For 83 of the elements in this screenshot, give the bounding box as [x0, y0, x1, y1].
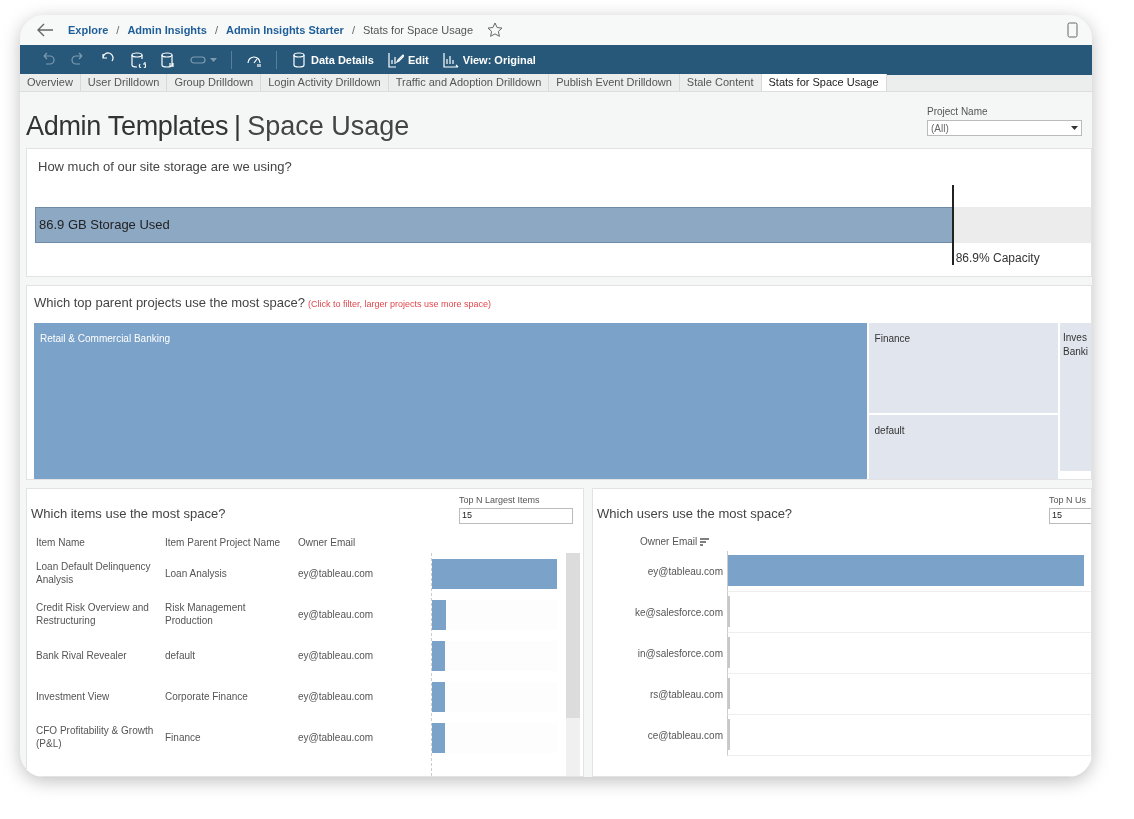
table-cell-text: Loan Default Delinquency Analysis	[36, 560, 152, 587]
capacity-label: 86.9% Capacity	[955, 249, 1040, 267]
database-icon	[291, 52, 307, 68]
table-cell-text: Credit Risk Overview and Restructuring	[36, 601, 150, 628]
top-n-field[interactable]: 15	[459, 507, 573, 524]
database-refresh-button[interactable]	[130, 49, 146, 71]
storage-question: How much of our site storage are we using?	[38, 158, 293, 176]
table-cell-text: Loan Analysis	[165, 566, 228, 580]
breadcrumb-link[interactable]: Admin Insights Starter	[225, 21, 344, 39]
table-cell-text: Investment View	[36, 689, 111, 703]
table-cell-text: CFO Profitability & Growth (P&L)	[36, 724, 155, 751]
row-label: rs@tableau.com	[649, 687, 724, 702]
database-refresh-icon	[130, 52, 146, 68]
title-separator: |	[234, 110, 242, 143]
table-cell-text: ey@tableau.com	[298, 607, 375, 621]
row-label: ey@tableau.com	[646, 564, 724, 579]
dashboard-subtitle: Space Usage	[247, 110, 410, 143]
breadcrumb-separator: /	[351, 22, 355, 38]
chart-view-icon	[442, 52, 459, 68]
table-cell-text: ey@tableau.com	[298, 730, 375, 744]
size-bar[interactable]	[432, 640, 445, 671]
size-bar[interactable]	[432, 599, 446, 630]
sheet-tab[interactable]: Traffic and Adoption Drilldown	[388, 74, 550, 91]
toolbar-button[interactable]: View: Original	[442, 49, 536, 71]
size-bar[interactable]	[432, 722, 445, 753]
table-cell-text: Finance	[165, 730, 202, 744]
table-cell-text: default	[165, 648, 197, 662]
database-pause-button[interactable]	[160, 49, 176, 71]
sheet-tab[interactable]: Overview	[20, 74, 81, 91]
sheet-tab[interactable]: Stale Content	[679, 74, 762, 91]
column-header: Owner Email	[640, 535, 698, 550]
table-cell-text: Bank Rival Revealer	[36, 648, 128, 662]
storage-used-label: 86.9 GB Storage Used	[39, 215, 170, 234]
size-bar[interactable]	[432, 558, 557, 589]
items-question: Which items use the most space?	[31, 505, 226, 524]
chart-pencil-icon	[388, 52, 404, 68]
size-bar[interactable]	[728, 596, 731, 628]
favorite-star-icon[interactable]	[487, 22, 504, 38]
breadcrumb-link[interactable]: Admin Insights	[127, 21, 207, 39]
projects-question: Which top parent projects use the most space?	[34, 294, 305, 313]
size-bar[interactable]	[728, 555, 1084, 587]
top-n-label: Top N Largest Items	[459, 494, 541, 508]
treemap-tile[interactable]: default	[868, 414, 1058, 479]
row-label: ce@tableau.com	[646, 728, 724, 743]
breadcrumb-separator: /	[116, 22, 120, 38]
treemap-tile[interactable]: Inves Banki	[1060, 322, 1091, 471]
table-cell-text: Risk Management Production	[165, 601, 247, 628]
treemap-tile[interactable]: Finance	[868, 322, 1058, 413]
size-bar[interactable]	[432, 681, 445, 712]
scrollbar-thumb[interactable]	[566, 552, 580, 718]
sheet-tab[interactable]: Login Activity Drilldown	[261, 74, 389, 91]
dropdown-caret-icon	[1071, 126, 1078, 130]
column-header: Item Parent Project Name	[165, 535, 282, 550]
sort-icon[interactable]	[700, 537, 710, 546]
row-label: ke@salesforce.com	[634, 605, 724, 620]
top-n-label: Top N Us	[1049, 494, 1087, 508]
scrollbar-track[interactable]	[566, 552, 580, 776]
phone-icon[interactable]	[1067, 22, 1078, 38]
sheet-tab[interactable]: Stats for Space Usage	[761, 74, 887, 91]
column-header: Owner Email	[298, 535, 357, 550]
table-cell-text: Corporate Finance	[165, 689, 249, 703]
filter-label: Project Name	[927, 105, 989, 119]
sheet-tab[interactable]: User Drilldown	[80, 74, 168, 91]
toolbar-button[interactable]: Data Details	[291, 49, 374, 71]
breadcrumb-current: Stats for Space Usage	[362, 22, 474, 38]
column-header: Item Name	[36, 535, 86, 550]
back-arrow-icon[interactable]	[36, 23, 54, 37]
filter-hint: (Click to filter, larger projects use more space)	[308, 298, 492, 312]
top-n-field[interactable]: 15	[1049, 507, 1091, 524]
caret-icon	[210, 58, 217, 62]
dashboard-title: Admin Templates	[26, 110, 229, 143]
table-cell-text: ey@tableau.com	[298, 648, 375, 662]
table-cell-text: ey@tableau.com	[298, 566, 375, 580]
breadcrumb-separator: /	[214, 22, 218, 38]
project-name-dropdown[interactable]: (All)	[927, 120, 1082, 136]
table-cell-text: ey@tableau.com	[298, 689, 375, 703]
database-pause-icon	[160, 52, 176, 68]
users-question: Which users use the most space?	[597, 505, 793, 524]
sheet-tab[interactable]: Publish Event Drilldown	[549, 74, 680, 91]
row-label: in@salesforce.com	[636, 646, 724, 661]
breadcrumb-link[interactable]: Explore	[68, 21, 109, 39]
toolbar-button[interactable]: Edit	[388, 49, 429, 71]
sheet-tab[interactable]: Group Drilldown	[167, 74, 262, 91]
